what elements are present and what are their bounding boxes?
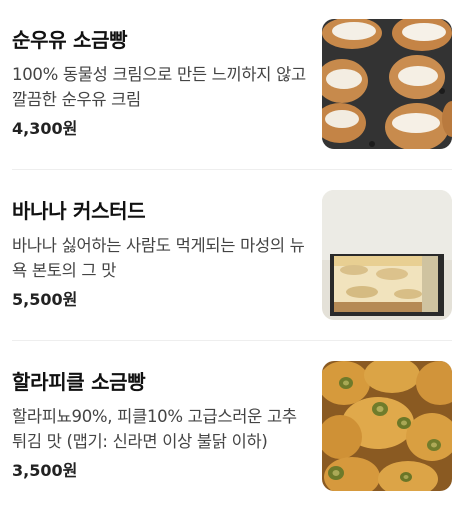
menu-item-name: 순우유 소금빵 — [12, 28, 128, 52]
banana-custard-image — [322, 190, 452, 320]
cream-bread-image — [322, 19, 452, 149]
menu-item-jalapeno-pickle-salt-bread[interactable]: 할라피클 소금빵 할라피뇨90%, 피클10% 고급스러운 고추튀김 맛 (맵기… — [0, 342, 462, 511]
cream-bread-photo[interactable] — [322, 19, 452, 149]
menu-item-salt-bread-milk[interactable]: 순우유 소금빵 100% 동물성 크림으로 만든 느끼하지 않고 깔끔한 순우유… — [0, 0, 462, 170]
menu-item-description: 할라피뇨90%, 피클10% 고급스러운 고추튀김 맛 (맵기: 신라면 이상 … — [12, 407, 297, 451]
menu-item-info: 순우유 소금빵 100% 동물성 크림으로 만든 느끼하지 않고 깔끔한 순우유… — [12, 26, 310, 140]
menu-item-banana-custard[interactable]: 바나나 커스터드 바나나 싫어하는 사람도 먹게되는 마성의 뉴욕 본토의 그 … — [0, 171, 462, 341]
divider — [12, 169, 452, 170]
banana-custard-photo[interactable] — [322, 190, 452, 320]
divider — [12, 340, 452, 341]
menu-item-info: 할라피클 소금빵 할라피뇨90%, 피클10% 고급스러운 고추튀김 맛 (맵기… — [12, 368, 310, 482]
menu-item-description: 100% 동물성 크림으로 만든 느끼하지 않고 깔끔한 순우유 크림 — [12, 65, 306, 109]
menu-item-name: 바나나 커스터드 — [12, 199, 146, 223]
menu-item-price: 5,500원 — [12, 290, 78, 309]
menu-list: 순우유 소금빵 100% 동물성 크림으로 만든 느끼하지 않고 깔끔한 순우유… — [0, 0, 462, 511]
jalapeno-bread-photo[interactable] — [322, 361, 452, 491]
menu-item-price: 4,300원 — [12, 119, 78, 138]
menu-item-name: 할라피클 소금빵 — [12, 370, 146, 394]
menu-item-info: 바나나 커스터드 바나나 싫어하는 사람도 먹게되는 마성의 뉴욕 본토의 그 … — [12, 197, 310, 311]
menu-item-price: 3,500원 — [12, 461, 78, 480]
menu-item-description: 바나나 싫어하는 사람도 먹게되는 마성의 뉴욕 본토의 그 맛 — [12, 236, 305, 280]
jalapeno-bread-image — [322, 361, 452, 491]
